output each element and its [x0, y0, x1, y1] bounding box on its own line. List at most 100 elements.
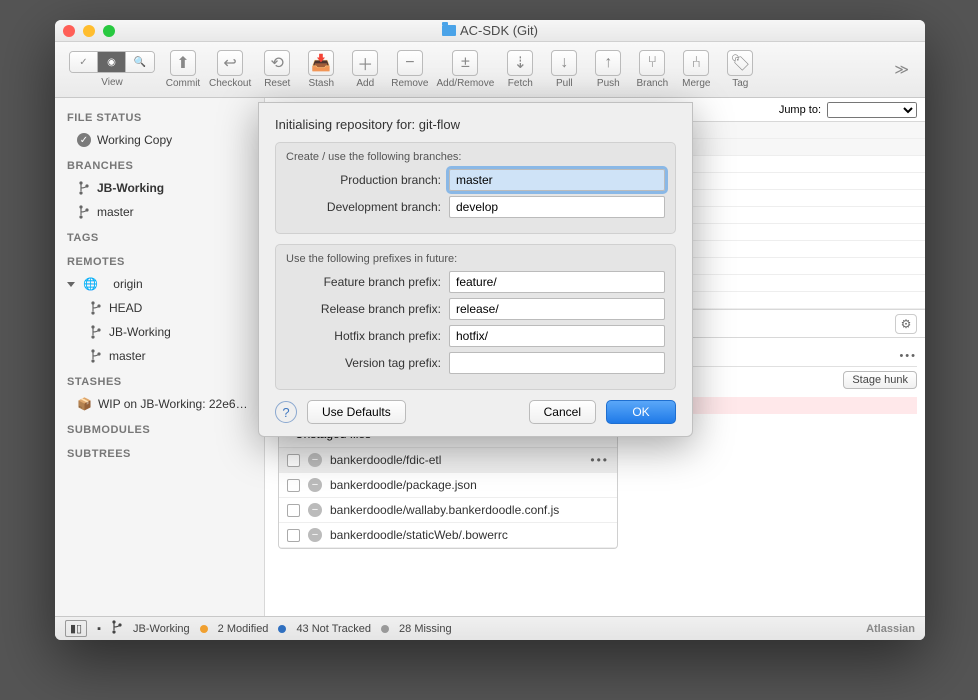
traffic-lights [63, 25, 115, 37]
cancel-button[interactable]: Cancel [529, 400, 596, 424]
sidebar-remote-origin[interactable]: 🌐 origin [55, 274, 264, 294]
unstaged-file-row[interactable]: −bankerdoodle/package.json [279, 473, 617, 498]
sidebar-branch-jb-working[interactable]: JB-Working [55, 178, 264, 198]
window-title: AC-SDK (Git) [55, 23, 925, 38]
view-mode-1[interactable]: ✓ [70, 52, 98, 72]
stage-checkbox[interactable] [287, 479, 300, 492]
toolbar-commit-button[interactable]: ⬆Commit [161, 46, 205, 93]
prefixes-group-label: Use the following prefixes in future: [286, 253, 665, 265]
toolbar-tag-button[interactable]: 🏷Tag [718, 46, 762, 93]
close-window-button[interactable] [63, 25, 75, 37]
terminal-icon[interactable]: ▪ [97, 623, 101, 635]
toolbar-overflow-button[interactable]: ≫ [888, 61, 915, 78]
branch-icon [89, 325, 103, 339]
remove-icon: − [308, 478, 322, 492]
folder-icon [442, 25, 456, 36]
layout-toggle-icon[interactable]: ▮▯ [65, 620, 87, 637]
sidebar-item-working-copy[interactable]: ✓Working Copy [55, 130, 264, 150]
toolbar-addremove-button[interactable]: ±Add/Remove [433, 46, 499, 93]
development-branch-label: Development branch: [286, 200, 441, 214]
add/remove-icon: ± [452, 50, 478, 76]
sidebar-remote-jb-working[interactable]: JB-Working [55, 322, 264, 342]
untracked-count: 43 Not Tracked [296, 623, 371, 635]
toolbar: ✓ ◉ 🔍 View ⬆Commit↩Checkout⟲Reset📥Stash＋… [55, 42, 925, 98]
stash-icon: 📦 [77, 397, 92, 411]
jump-select[interactable] [827, 102, 917, 118]
missing-dot-icon [381, 625, 389, 633]
toolbar-stash-button[interactable]: 📥Stash [299, 46, 343, 93]
sidebar-branch-master[interactable]: master [55, 202, 264, 222]
prefixes-group: Use the following prefixes in future: Fe… [275, 244, 676, 390]
section-stashes: STASHES [55, 370, 264, 390]
branches-group: Create / use the following branches: Pro… [275, 142, 676, 234]
titlebar: AC-SDK (Git) [55, 20, 925, 42]
branch-icon [77, 205, 91, 219]
toolbar-push-button[interactable]: ↑Push [586, 46, 630, 93]
view-switcher[interactable]: ✓ ◉ 🔍 View [65, 47, 159, 92]
sidebar-stash-item[interactable]: 📦WIP on JB-Working: 22e69c8 lot [55, 394, 264, 414]
unstaged-file-row[interactable]: −bankerdoodle/wallaby.bankerdoodle.conf.… [279, 498, 617, 523]
branch-icon [89, 349, 103, 363]
toolbar-remove-button[interactable]: −Remove [387, 46, 432, 93]
release-prefix-label: Release branch prefix: [286, 302, 441, 316]
toolbar-reset-button[interactable]: ⟲Reset [255, 46, 299, 93]
section-submodules: SUBMODULES [55, 418, 264, 438]
sidebar-remote-master[interactable]: master [55, 346, 264, 366]
dialog-title: Initialising repository for: git-flow [275, 117, 676, 132]
hotfix-prefix-input[interactable] [449, 325, 665, 347]
use-defaults-button[interactable]: Use Defaults [307, 400, 406, 424]
stage-hunk-button[interactable]: Stage hunk [843, 371, 917, 389]
view-mode-2[interactable]: ◉ [98, 52, 126, 72]
branch-icon [89, 301, 103, 315]
feature-prefix-input[interactable] [449, 271, 665, 293]
window-title-text: AC-SDK (Git) [460, 23, 538, 38]
view-mode-search[interactable]: 🔍 [126, 52, 154, 72]
version-prefix-input[interactable] [449, 352, 665, 374]
toolbar-add-button[interactable]: ＋Add [343, 46, 387, 93]
branches-group-label: Create / use the following branches: [286, 151, 665, 163]
minimize-window-button[interactable] [83, 25, 95, 37]
add-icon: ＋ [352, 50, 378, 76]
sidebar-remote-head[interactable]: HEAD [55, 298, 264, 318]
remove-icon: − [397, 50, 423, 76]
push-icon: ↑ [595, 50, 621, 76]
section-branches: BRANCHES [55, 154, 264, 174]
unstaged-files-panel: Unstaged files −bankerdoodle/fdic-etl•••… [278, 420, 618, 549]
unstaged-file-row[interactable]: −bankerdoodle/fdic-etl••• [279, 448, 617, 473]
tag-icon: 🏷 [727, 50, 753, 76]
missing-count: 28 Missing [399, 623, 452, 635]
file-more-button[interactable]: ••• [590, 453, 609, 467]
remove-icon: − [308, 453, 322, 467]
sidebar: FILE STATUS ✓Working Copy BRANCHES JB-Wo… [55, 98, 265, 616]
unstaged-file-row[interactable]: −bankerdoodle/staticWeb/.bowerrc [279, 523, 617, 548]
section-subtrees: SUBTREES [55, 442, 264, 462]
modified-count: 2 Modified [218, 623, 269, 635]
reset-icon: ⟲ [264, 50, 290, 76]
branch-icon [77, 181, 91, 195]
stage-checkbox[interactable] [287, 504, 300, 517]
stage-checkbox[interactable] [287, 529, 300, 542]
toolbar-branch-button[interactable]: ⑂Branch [630, 46, 674, 93]
zoom-window-button[interactable] [103, 25, 115, 37]
toolbar-merge-button[interactable]: ⑃Merge [674, 46, 718, 93]
production-branch-input[interactable] [449, 169, 665, 191]
stash-icon: 📥 [308, 50, 334, 76]
toolbar-pull-button[interactable]: ↓Pull [542, 46, 586, 93]
help-button[interactable]: ? [275, 401, 297, 423]
options-gear-button[interactable]: ⚙ [895, 314, 917, 334]
release-prefix-input[interactable] [449, 298, 665, 320]
section-file-status: FILE STATUS [55, 106, 264, 126]
view-label: View [101, 77, 123, 88]
development-branch-input[interactable] [449, 196, 665, 218]
pull-icon: ↓ [551, 50, 577, 76]
stage-checkbox[interactable] [287, 454, 300, 467]
toolbar-checkout-button[interactable]: ↩Checkout [205, 46, 255, 93]
remove-icon: − [308, 503, 322, 517]
section-remotes: REMOTES [55, 250, 264, 270]
current-branch-label: JB-Working [133, 623, 190, 635]
ok-button[interactable]: OK [606, 400, 676, 424]
modified-dot-icon [200, 625, 208, 633]
toolbar-fetch-button[interactable]: ⇣Fetch [498, 46, 542, 93]
disclosure-triangle-icon[interactable] [67, 282, 75, 287]
file-actions-button[interactable]: ••• [899, 350, 917, 362]
